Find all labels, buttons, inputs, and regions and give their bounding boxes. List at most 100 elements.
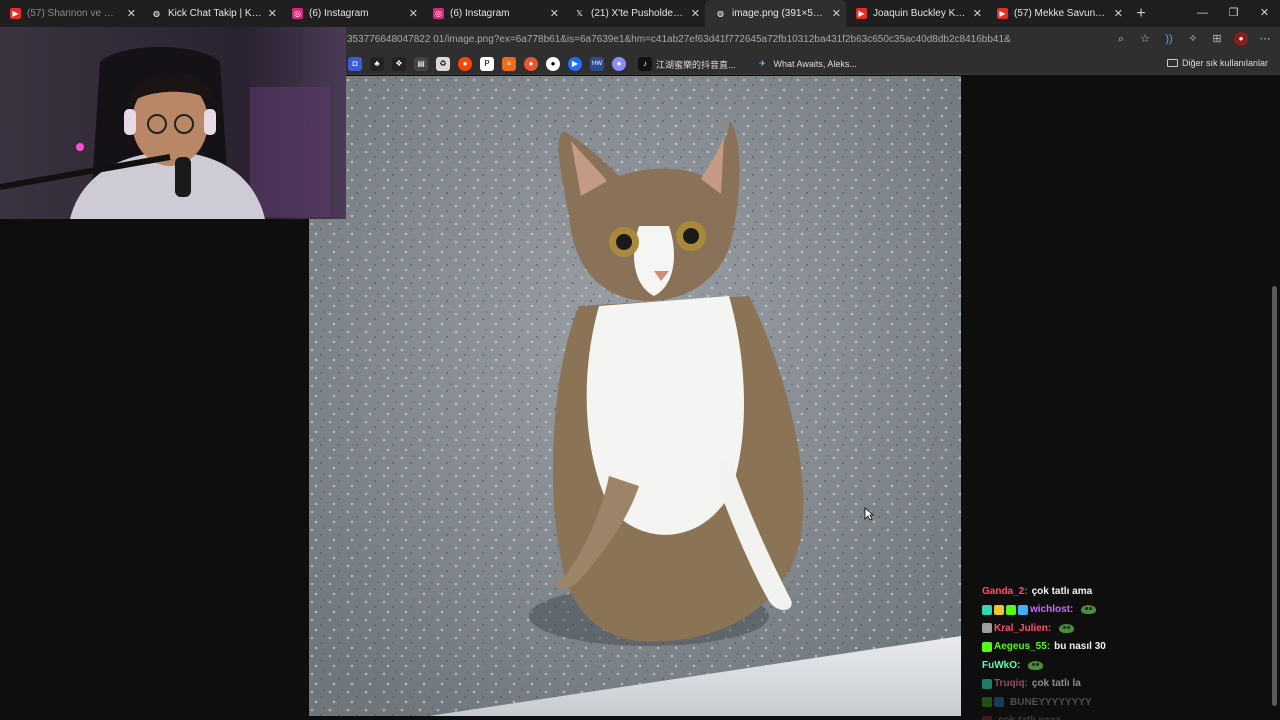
- favorite-star-icon[interactable]: ☆: [1138, 32, 1152, 46]
- youtube-icon: ▶: [10, 8, 21, 19]
- chat-username[interactable]: FuWkO:: [982, 660, 1020, 671]
- browser-tab[interactable]: ◎ (6) Instagram ✕: [282, 0, 423, 27]
- browser-tab[interactable]: 𝕏 (21) X'te Pusholder: "İstanbul ✕: [564, 0, 705, 27]
- scrollbar-thumb[interactable]: [1272, 286, 1277, 706]
- browser-tab[interactable]: ◍ image.png (391×566) ✕: [705, 0, 846, 27]
- folder-icon: [1166, 59, 1178, 67]
- bookmark-tv-icon[interactable]: ▤: [414, 57, 428, 71]
- read-aloud-icon[interactable]: )): [1162, 32, 1176, 46]
- bookmark-hwl-icon[interactable]: HW: [590, 57, 604, 71]
- new-tab-icon[interactable]: +: [1128, 5, 1154, 23]
- address-bar-actions: ⌕ ☆ )) ✧ ⊞ ● ⋯: [1114, 32, 1272, 46]
- tab-close-icon[interactable]: ✕: [409, 7, 418, 20]
- browser-tab-bar: ▶ (57) Shannon ve Mete'nin Ku ✕ ◍ Kick Chat …: [0, 0, 1280, 27]
- bookmark-app-icon[interactable]: ◘: [348, 57, 362, 71]
- chat-message: wichlost:: [982, 601, 1222, 620]
- chat-badge-icon: [982, 604, 992, 615]
- other-favorites-label: Diğer sık kullanılanlar: [1181, 58, 1268, 68]
- bookmark-github-icon[interactable]: ●: [546, 57, 560, 71]
- tab-close-icon[interactable]: ✕: [127, 7, 136, 20]
- url-field[interactable]: 353776648047822 01/image.png?ex=6a778b61…: [347, 34, 1011, 45]
- tab-title: (57) Mekke Savunma Anlaşm: [1014, 8, 1108, 19]
- chat-text: çok tatlı la: [1031, 678, 1081, 690]
- chat-message: Kral_Julien:: [982, 619, 1222, 638]
- bookmark-icons: ◘ ♣ ❖ ▤ ♻ ● P ≡ ● ● ▶ HW ● ♪ 江湖蜜樂的抖音直...…: [348, 57, 857, 71]
- collections-icon[interactable]: ⊞: [1210, 32, 1224, 46]
- chat-badge-icon: [982, 678, 992, 689]
- browser-tab[interactable]: ◍ Kick Chat Takip | KokoWich ✕: [141, 0, 282, 27]
- cat-image: [309, 76, 961, 716]
- tab-close-icon[interactable]: ✕: [550, 7, 559, 20]
- tab-close-icon[interactable]: ✕: [691, 7, 700, 20]
- bookmark-bee-icon[interactable]: ♣: [370, 57, 384, 71]
- reddit-icon[interactable]: ●: [458, 57, 472, 71]
- tab-title: Kick Chat Takip | KokoWich: [168, 8, 262, 19]
- tab-title: (21) X'te Pusholder: "İstanbul: [591, 8, 685, 19]
- tab-close-icon[interactable]: ✕: [832, 7, 841, 20]
- browser-tab[interactable]: ▶ Joaquin Buckley KO - YouTub ✕: [846, 0, 987, 27]
- globe-icon: ◍: [153, 9, 160, 18]
- streamer-webcam: [0, 27, 346, 219]
- chat-message: Aegeus_55: bu nasıl 30: [982, 638, 1222, 657]
- bookmark-feed-icon[interactable]: ≡: [502, 57, 516, 71]
- chat-username[interactable]: wichlost:: [1030, 604, 1073, 615]
- bookmark-star-icon: ✈: [759, 59, 766, 68]
- browser-tab[interactable]: ◎ (6) Instagram ✕: [423, 0, 564, 27]
- chat-badge-icon: [982, 715, 992, 720]
- chat-overlay: Ganda_2: çok tatlı ama wichlost: Kral_Julie…: [982, 582, 1222, 720]
- bookmark-tiktok[interactable]: ♪ 江湖蜜樂的抖音直...: [638, 57, 736, 71]
- tab-close-icon[interactable]: ✕: [973, 7, 982, 20]
- frog-emote-icon: [1081, 605, 1097, 615]
- tab-title: (6) Instagram: [450, 8, 510, 19]
- bookmark-p-icon[interactable]: P: [480, 57, 494, 71]
- tab-title: (57) Shannon ve Mete'nin Ku: [27, 8, 121, 19]
- chat-username[interactable]: Truqiq:: [994, 678, 1028, 689]
- restore-icon[interactable]: ❐: [1218, 0, 1249, 27]
- bookmark-what-awaits[interactable]: ✈ What Awaits, Aleks...: [756, 57, 857, 71]
- chat-message: BUNEYYYYYYYY: [982, 693, 1222, 712]
- instagram-icon: ◎: [433, 8, 444, 19]
- more-menu-icon[interactable]: ⋯: [1258, 32, 1272, 46]
- chat-username[interactable]: Aegeus_55:: [994, 641, 1050, 652]
- other-favorites[interactable]: Diğer sık kullanılanlar: [1166, 58, 1268, 68]
- tab-title: Joaquin Buckley KO - YouTub: [873, 8, 967, 19]
- zoom-icon[interactable]: ⌕: [1114, 32, 1128, 46]
- tiktok-icon: ♪: [638, 57, 652, 71]
- chat-badge-icon: [982, 697, 992, 708]
- chat-username[interactable]: Ganda_2:: [982, 586, 1028, 597]
- tab-title: (6) Instagram: [309, 8, 369, 19]
- chat-text: çok tatlı yaaa: [998, 715, 1061, 720]
- x-icon: 𝕏: [576, 9, 583, 18]
- chat-text: çok tatlı ama: [1031, 585, 1093, 597]
- globe-icon: ◍: [717, 9, 724, 18]
- mouse-cursor-icon: [864, 507, 874, 521]
- chat-username[interactable]: Kral_Julien:: [994, 623, 1051, 634]
- tab-close-icon[interactable]: ✕: [1114, 7, 1123, 20]
- bookmark-circle-icon[interactable]: ●: [524, 57, 538, 71]
- youtube-icon: ▶: [856, 8, 867, 19]
- profile-avatar-icon[interactable]: ●: [1234, 32, 1248, 46]
- frog-emote-icon: [1059, 623, 1075, 633]
- minimize-icon[interactable]: —: [1187, 0, 1218, 27]
- bookmark-orb-icon[interactable]: ●: [612, 57, 626, 71]
- close-window-icon[interactable]: ✕: [1249, 0, 1280, 27]
- chat-badge-icon: [994, 697, 1004, 708]
- browser-tab[interactable]: ▶ (57) Shannon ve Mete'nin Ku ✕: [0, 0, 141, 27]
- chat-message: çok tatlı yaaa: [982, 712, 1222, 720]
- tab-close-icon[interactable]: ✕: [268, 7, 277, 20]
- tab-title: image.png (391×566): [732, 8, 826, 19]
- bookmark-recycle-icon[interactable]: ♻: [436, 57, 450, 71]
- chat-badge-icon: [982, 623, 992, 634]
- bookmark-what-awaits-label: What Awaits, Aleks...: [773, 59, 857, 69]
- chat-badge-icon: [982, 641, 992, 652]
- bookmark-shield-icon[interactable]: ❖: [392, 57, 406, 71]
- window-controls: — ❐ ✕: [1187, 0, 1280, 27]
- browser-tab[interactable]: ▶ (57) Mekke Savunma Anlaşm ✕: [987, 0, 1128, 27]
- chat-badge-icon: [1006, 604, 1016, 615]
- chat-text: bu nasıl 30: [1054, 641, 1106, 653]
- instagram-icon: ◎: [292, 8, 303, 19]
- extensions-icon[interactable]: ✧: [1186, 32, 1200, 46]
- page-scrollbar[interactable]: [1270, 76, 1278, 720]
- bookmark-play-icon[interactable]: ▶: [568, 57, 582, 71]
- chat-badge-icon: [1018, 604, 1028, 615]
